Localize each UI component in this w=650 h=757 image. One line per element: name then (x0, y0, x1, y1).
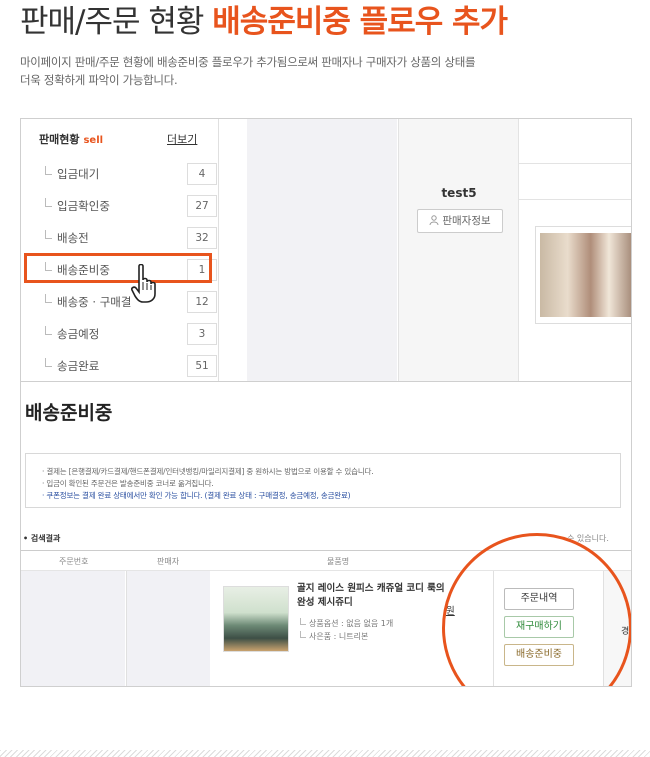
column-spacer (218, 119, 247, 381)
sidebar-item-count: 4 (187, 163, 217, 185)
sidebar-item-remittance-complete[interactable]: 송금완료 51 (41, 353, 217, 379)
sidebar-item-count: 3 (187, 323, 217, 345)
col-seller: 판매자 (157, 557, 180, 566)
notice-line-1: · 결제는 [은행결제/카드결제/핸드폰결제/인터넷뱅킹/마일리지결제] 중 원… (42, 467, 374, 476)
product-photo (540, 233, 631, 317)
divider-line (519, 199, 631, 200)
seller-info-label: 판매자정보 (442, 215, 491, 227)
sidebar-item-label: 배송전 (45, 230, 89, 245)
sidebar-item-count: 51 (187, 355, 217, 377)
sidebar-item-label: 송금완료 (44, 358, 100, 373)
screenshot-frame: 판매현황 sell 더보기 입금대기 4 입금확인중 27 배송전 32 배송준비중 1 … (20, 118, 632, 687)
cut-off-text: 경 (621, 627, 630, 637)
product-thumbnail[interactable] (535, 226, 631, 324)
section-divider (21, 381, 631, 382)
sidebar-item-awaiting-deposit[interactable]: 입금대기 4 (41, 161, 217, 187)
cell-order-number (21, 571, 125, 686)
notice-line-2: · 입금이 확인된 주문건은 발송준비중 코너로 옮겨집니다. (42, 479, 214, 488)
page-header: 판매/주문 현황 배송준비중 플로우 추가 (20, 0, 508, 42)
pointer-hand-icon (131, 264, 156, 303)
sales-sidebar: 판매현황 sell 더보기 입금대기 4 입금확인중 27 배송전 32 배송준비중 1 … (21, 119, 218, 381)
product-name[interactable]: 골지 레이스 원피스 캐쥬얼 코디 룩의 완성 제시쥬디 (297, 582, 447, 610)
column-gray (247, 119, 397, 381)
seller-panel: test5 판매자정보 (398, 119, 519, 381)
title-accent: 배송준비중 플로우 추가 (212, 4, 508, 40)
seller-name: test5 (441, 186, 477, 200)
sidebar-heading: 판매현황 sell (39, 131, 103, 147)
col-order-number: 주문번호 (59, 557, 89, 566)
bottom-dashed-divider (0, 750, 650, 757)
sidebar-item-shipping[interactable]: 배송중 · 구매결 12 (41, 289, 217, 315)
page-title: 판매/주문 현황 배송준비중 플로우 추가 (20, 2, 508, 42)
user-icon (429, 215, 439, 226)
product-image[interactable] (223, 586, 289, 652)
sidebar-item-remittance-scheduled[interactable]: 송금예정 3 (41, 321, 217, 347)
page-description: 마이페이지 판매/주문 현황에 배송준비중 플로우가 추가됨으로써 판매자나 구… (20, 53, 580, 89)
cell-seller (126, 571, 210, 686)
desc-line-2: 더욱 정확하게 파악이 가능합니다. (20, 73, 178, 87)
product-gift: 사은품 : 니트리본 (299, 631, 369, 641)
notice-box: · 결제는 [은행결제/카드결제/핸드폰결제/인터넷뱅킹/마일리지결제] 중 원… (25, 453, 621, 508)
results-label: • 검색결과 (23, 534, 61, 543)
sidebar-sell-tag: sell (83, 135, 104, 146)
product-option: 상품옵션 : 없음 없음 1개 (299, 618, 394, 628)
sidebar-item-label: 송금예정 (44, 326, 100, 341)
sidebar-item-deposit-confirming[interactable]: 입금확인중 27 (41, 193, 217, 219)
more-link[interactable]: 더보기 (167, 131, 197, 147)
title-plain: 판매/주문 현황 (20, 4, 213, 40)
sidebar-item-count: 27 (187, 195, 217, 217)
col-product: 물품명 (327, 557, 350, 566)
sidebar-item-count: 32 (187, 227, 217, 249)
highlight-box (24, 253, 212, 283)
sidebar-item-label: 배송중 · 구매결 (44, 294, 132, 309)
sidebar-heading-text: 판매현황 (39, 133, 80, 146)
sidebar-item-before-shipping[interactable]: 배송전 32 (41, 225, 217, 251)
desc-line-1: 마이페이지 판매/주문 현황에 배송준비중 플로우가 추가됨으로써 판매자나 구… (20, 55, 476, 69)
seller-info-button[interactable]: 판매자정보 (417, 209, 503, 233)
section-title: 배송준비중 (25, 402, 113, 424)
sidebar-item-label: 입금확인중 (45, 198, 110, 213)
divider-line (519, 163, 631, 164)
notice-line-3: · 쿠폰정보는 결제 완료 상태에서만 확인 가능 합니다. (결제 완료 상태… (42, 491, 351, 500)
sidebar-item-label: 입금대기 (44, 166, 100, 181)
sidebar-item-count: 12 (187, 291, 217, 313)
product-preview-panel (518, 119, 631, 381)
